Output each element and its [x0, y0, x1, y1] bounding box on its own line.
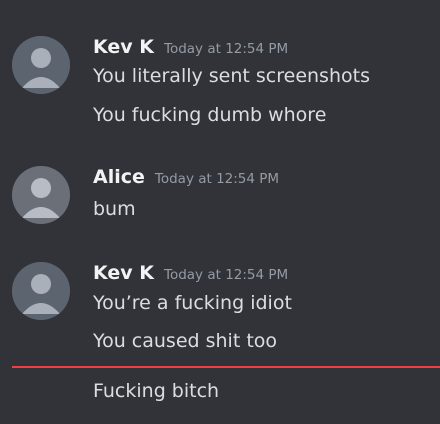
timestamp[interactable]: Today at 12:54 PM [155, 171, 279, 187]
username[interactable]: Kev K [93, 262, 154, 284]
user-avatar-icon [12, 36, 70, 94]
timestamp[interactable]: Today at 12:54 PM [164, 41, 288, 57]
user-avatar-icon [12, 262, 70, 320]
message-header: Kev K Today at 12:54 PM [93, 262, 288, 290]
message-header: Alice Today at 12:54 PM [93, 166, 279, 194]
avatar[interactable] [12, 262, 70, 320]
message-header: Kev K Today at 12:54 PM [93, 36, 288, 64]
message-group: Alice Today at 12:54 PM bum [0, 166, 440, 226]
timestamp[interactable]: Today at 12:54 PM [164, 267, 288, 283]
message-text: Fucking bitch [93, 380, 220, 402]
message-group: Kev K Today at 12:54 PM You literally se… [0, 36, 440, 128]
message-text: You fucking dumb whore [93, 104, 327, 126]
user-avatar-icon [12, 166, 70, 224]
message-group: Kev K Today at 12:54 PM You’re a fucking… [0, 262, 440, 358]
message-text: You literally sent screenshots [93, 65, 370, 87]
avatar[interactable] [12, 36, 70, 94]
message-text: bum [93, 198, 136, 220]
new-messages-divider [12, 366, 440, 368]
avatar[interactable] [12, 166, 70, 224]
message-text: You caused shit too [93, 330, 278, 352]
message-text: You’re a fucking idiot [93, 292, 292, 314]
username[interactable]: Kev K [93, 36, 154, 58]
username[interactable]: Alice [93, 166, 145, 188]
